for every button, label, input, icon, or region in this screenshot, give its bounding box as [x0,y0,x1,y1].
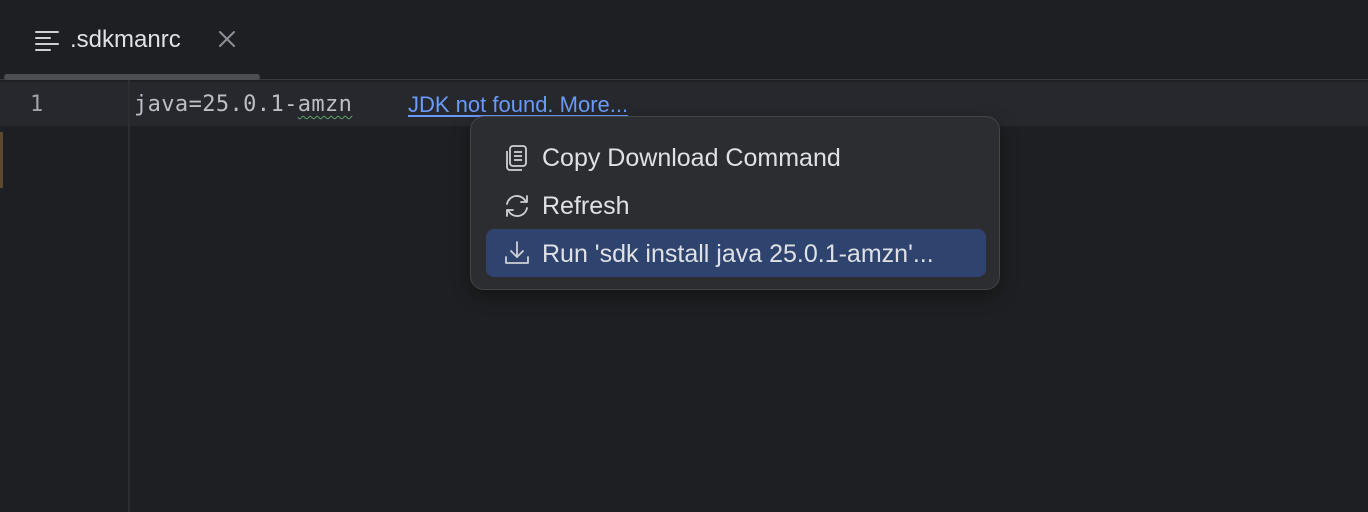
popup-menu: Copy Download Command Refresh Run 'sdk i… [470,116,1000,290]
text-file-icon [34,28,60,52]
menu-item-label: Copy Download Command [542,144,841,172]
menu-item-label: Run 'sdk install java 25.0.1-amzn'... [542,240,934,268]
gutter-change-marker [0,132,3,188]
tab-sdkmanrc[interactable]: .sdkmanrc [4,0,260,80]
download-icon [502,239,532,269]
editor-tab-bar: .sdkmanrc [0,0,1368,80]
tab-label: .sdkmanrc [70,26,181,53]
code-text-flagged: amzn [297,92,353,117]
code-text: java=25.0.1- [134,92,298,117]
line-number: 1 [30,92,44,117]
menu-item-copy-download-command[interactable]: Copy Download Command [486,133,986,181]
menu-item-refresh[interactable]: Refresh [486,181,986,229]
refresh-icon [502,191,532,221]
code-line[interactable]: java=25.0.1-amzn [134,92,352,118]
menu-item-label: Refresh [542,192,630,220]
copy-icon [502,143,532,173]
gutter-separator [128,80,130,512]
jdk-not-found-link[interactable]: JDK not found. More... [408,92,628,118]
menu-item-run-sdk-install[interactable]: Run 'sdk install java 25.0.1-amzn'... [486,229,986,277]
close-icon[interactable] [218,30,236,48]
